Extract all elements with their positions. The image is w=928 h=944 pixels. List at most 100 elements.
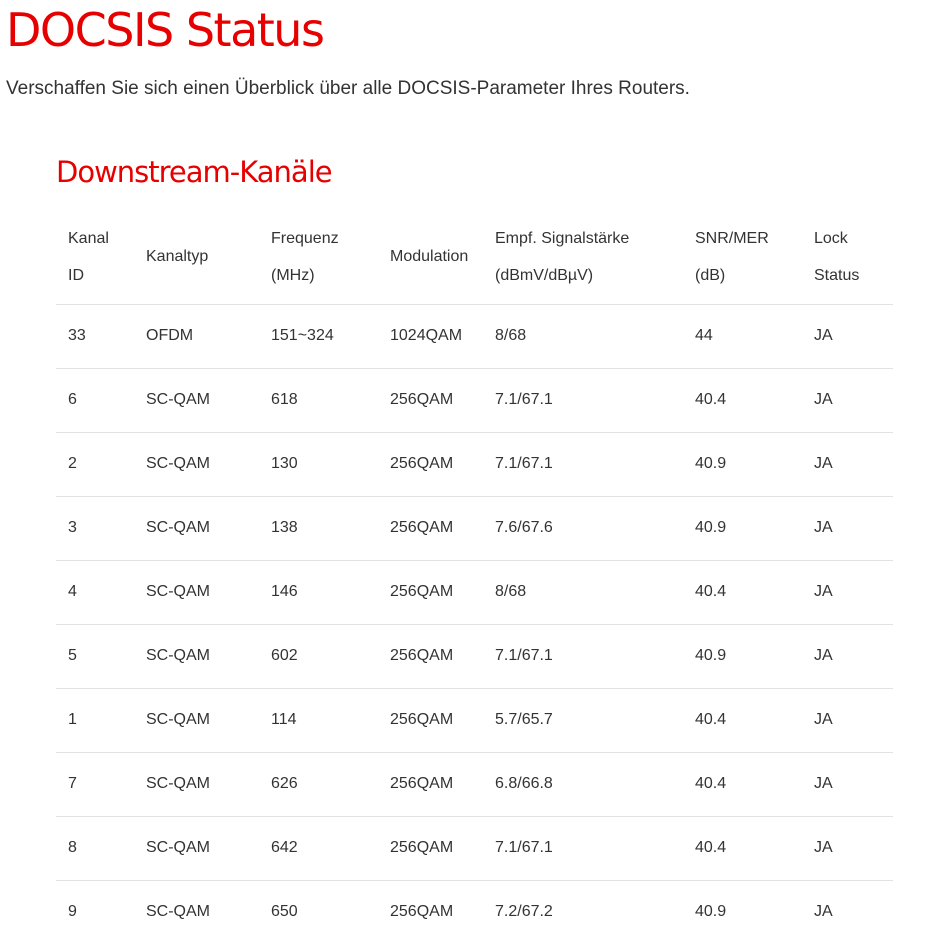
cell-modulation: 256QAM (378, 688, 483, 753)
table-header-row: Kanal ID Kanaltyp Frequenz (MHz) Modulatio… (56, 210, 893, 305)
header-signal-power: Empf. Signalstärke (dBmV/dBµV) (483, 210, 683, 305)
cell-signal-power: 5.7/65.7 (483, 688, 683, 753)
cell-modulation: 256QAM (378, 496, 483, 561)
cell-modulation: 256QAM (378, 816, 483, 881)
cell-snr: 44 (683, 304, 802, 369)
table-row: 9 SC-QAM 650 256QAM 7.2/67.2 40.9 JA (56, 880, 893, 944)
cell-snr: 40.9 (683, 496, 802, 561)
cell-signal-power: 7.6/67.6 (483, 496, 683, 561)
header-signal-power-line2: (dBmV/dBµV) (495, 266, 594, 284)
cell-frequency: 618 (259, 368, 378, 433)
cell-signal-power: 7.2/67.2 (495, 903, 553, 921)
cell-modulation: 256QAM (390, 903, 454, 921)
cell-frequency: 642 (259, 816, 378, 881)
header-channel-id-line2: ID (68, 266, 84, 284)
cell-snr: 40.9 (695, 903, 727, 921)
table-row: 8 SC-QAM 642 256QAM 7.1/67.1 40.4 JA (56, 816, 893, 881)
cell-frequency: 650 (271, 903, 298, 921)
table-row: 3 SC-QAM 138 256QAM 7.6/67.6 40.9 JA (56, 496, 893, 561)
cell-signal-power: 7.1/67.1 (483, 432, 683, 497)
cell-channel-type: OFDM (134, 304, 259, 369)
cell-channel-type: SC-QAM (134, 752, 259, 817)
downstream-section-title: Downstream-Kanäle (56, 155, 333, 189)
cell-signal-power: 7.1/67.1 (483, 368, 683, 433)
cell-channel-id: 1 (56, 688, 134, 753)
header-frequency-line2: (MHz) (271, 266, 315, 284)
cell-channel-type: SC-QAM (134, 432, 259, 497)
header-signal-power-line1: Empf. Signalstärke (495, 229, 630, 247)
cell-snr: 40.9 (683, 624, 802, 689)
cell-lock-status: JA (802, 304, 893, 369)
cell-signal-power: 8/68 (483, 560, 683, 625)
cell-modulation: 1024QAM (378, 304, 483, 369)
cell-lock-status: JA (802, 816, 893, 881)
cell-lock-status: JA (802, 496, 893, 561)
cell-lock-status: JA (802, 560, 893, 625)
cell-channel-type: SC-QAM (134, 560, 259, 625)
header-snr-line1: SNR/MER (695, 229, 769, 247)
cell-snr: 40.4 (683, 752, 802, 817)
cell-channel-type: SC-QAM (146, 903, 210, 921)
page-subtitle: Verschaffen Sie sich einen Überblick übe… (6, 78, 690, 99)
cell-snr: 40.4 (683, 560, 802, 625)
cell-lock-status: JA (814, 903, 833, 921)
cell-channel-id: 6 (56, 368, 134, 433)
page-title: DOCSIS Status (6, 3, 325, 57)
header-channel-type: Kanaltyp (134, 210, 259, 305)
cell-snr: 40.4 (683, 816, 802, 881)
cell-frequency: 151~324 (259, 304, 378, 369)
table-row: 33 OFDM 151~324 1024QAM 8/68 44 JA (56, 304, 893, 369)
cell-frequency: 114 (259, 688, 378, 753)
cell-channel-type: SC-QAM (134, 816, 259, 881)
header-frequency: Frequenz (MHz) (259, 210, 378, 305)
cell-signal-power: 6.8/66.8 (483, 752, 683, 817)
cell-frequency: 626 (259, 752, 378, 817)
cell-lock-status: JA (802, 624, 893, 689)
cell-frequency: 146 (259, 560, 378, 625)
cell-modulation: 256QAM (378, 560, 483, 625)
cell-lock-status: JA (802, 432, 893, 497)
cell-channel-id: 33 (56, 304, 134, 369)
header-lock-status-line2: Status (814, 266, 860, 284)
cell-lock-status: JA (802, 688, 893, 753)
cell-channel-id: 2 (56, 432, 134, 497)
cell-lock-status: JA (802, 368, 893, 433)
header-modulation: Modulation (378, 210, 483, 305)
cell-lock-status: JA (802, 752, 893, 817)
table-row: 7 SC-QAM 626 256QAM 6.8/66.8 40.4 JA (56, 752, 893, 817)
cell-channel-id: 4 (56, 560, 134, 625)
cell-modulation: 256QAM (378, 368, 483, 433)
cell-signal-power: 7.1/67.1 (483, 816, 683, 881)
cell-snr: 40.4 (683, 368, 802, 433)
cell-channel-type: SC-QAM (134, 368, 259, 433)
cell-channel-type: SC-QAM (134, 624, 259, 689)
cell-channel-type: SC-QAM (134, 496, 259, 561)
table-row: 2 SC-QAM 130 256QAM 7.1/67.1 40.9 JA (56, 432, 893, 497)
cell-channel-id: 3 (56, 496, 134, 561)
cell-signal-power: 7.1/67.1 (483, 624, 683, 689)
cell-signal-power: 8/68 (483, 304, 683, 369)
header-channel-id-line1: Kanal (68, 229, 109, 247)
header-channel-id: Kanal ID (56, 210, 134, 305)
cell-channel-type: SC-QAM (134, 688, 259, 753)
table-row: 1 SC-QAM 114 256QAM 5.7/65.7 40.4 JA (56, 688, 893, 753)
table-row: 5 SC-QAM 602 256QAM 7.1/67.1 40.9 JA (56, 624, 893, 689)
cell-frequency: 602 (259, 624, 378, 689)
table-row: 6 SC-QAM 618 256QAM 7.1/67.1 40.4 JA (56, 368, 893, 433)
header-lock-status-line1: Lock (814, 229, 848, 247)
cell-modulation: 256QAM (378, 624, 483, 689)
cell-frequency: 138 (259, 496, 378, 561)
cell-modulation: 256QAM (378, 432, 483, 497)
cell-modulation: 256QAM (378, 752, 483, 817)
header-snr-line2: (dB) (695, 266, 726, 284)
table-row: 4 SC-QAM 146 256QAM 8/68 40.4 JA (56, 560, 893, 625)
cell-snr: 40.9 (683, 432, 802, 497)
header-snr: SNR/MER (dB) (683, 210, 802, 305)
downstream-table: Kanal ID Kanaltyp Frequenz (MHz) Modulatio… (56, 210, 893, 944)
cell-channel-id: 7 (56, 752, 134, 817)
header-frequency-line1: Frequenz (271, 229, 339, 247)
cell-channel-id: 5 (56, 624, 134, 689)
cell-snr: 40.4 (683, 688, 802, 753)
cell-channel-id: 8 (56, 816, 134, 881)
header-lock-status: Lock Status (802, 210, 893, 305)
